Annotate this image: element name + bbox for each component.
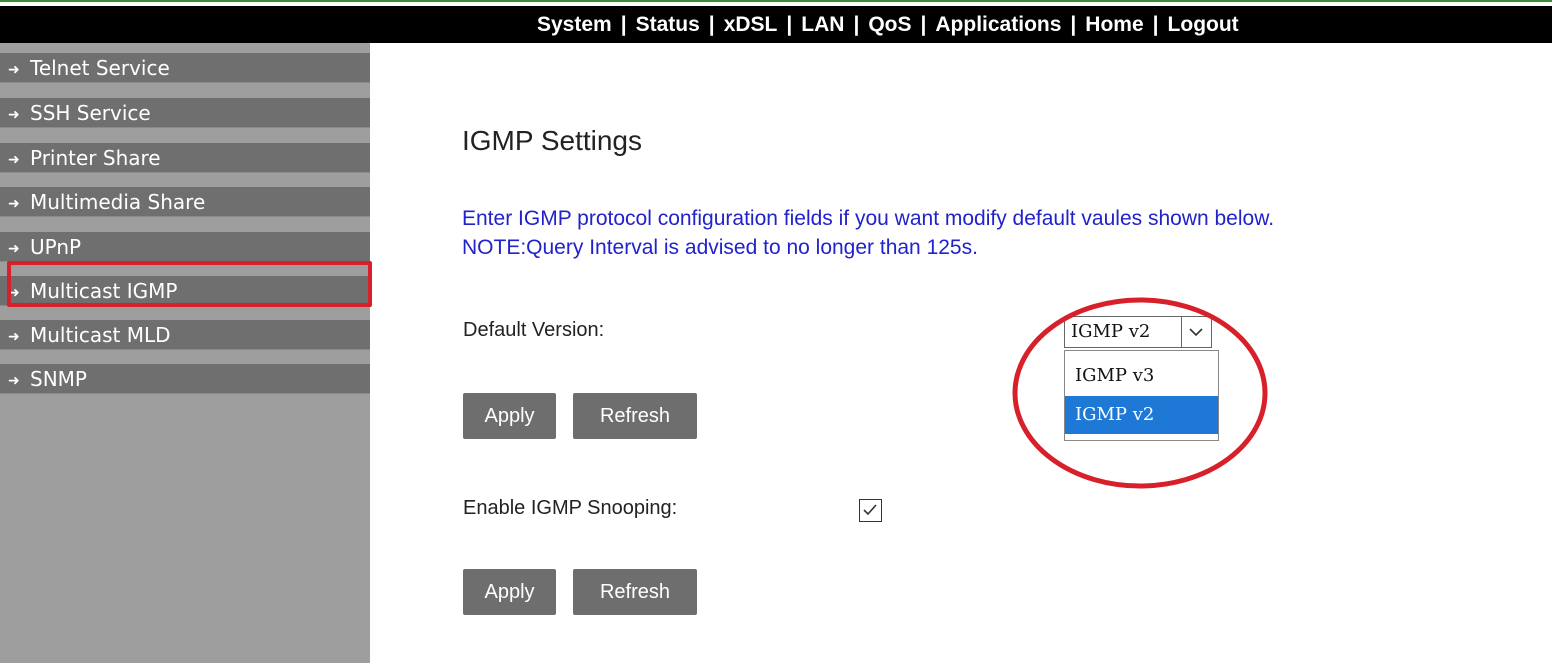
enable-snooping-label: Enable IGMP Snooping: [463, 497, 678, 519]
sidebar-item-upnp[interactable]: ➜ UPnP [0, 232, 370, 262]
nav-logout[interactable]: Logout [1168, 13, 1239, 36]
nav-system[interactable]: System [537, 13, 612, 36]
note-line-1: Enter IGMP protocol configuration fields… [462, 207, 1275, 230]
refresh-snooping-button[interactable]: Refresh [573, 569, 697, 615]
apply-version-button[interactable]: Apply [463, 393, 556, 439]
sidebar-item-label: Multimedia Share [30, 190, 206, 214]
highlight-box [7, 261, 372, 307]
nav-separator: | [853, 13, 860, 36]
page-title: IGMP Settings [462, 125, 643, 156]
nav-separator: | [920, 13, 927, 36]
sidebar-item-label: Printer Share [30, 146, 161, 170]
apply-snooping-button[interactable]: Apply [463, 569, 556, 615]
chevron-down-icon[interactable] [1181, 317, 1211, 347]
snooping-checkbox[interactable] [859, 499, 882, 522]
sidebar-item-label: Telnet Service [30, 56, 170, 80]
default-version-select[interactable]: IGMP v2 [1064, 316, 1212, 348]
nav-xdsl[interactable]: xDSL [724, 13, 778, 36]
nav-separator: | [620, 13, 627, 36]
sidebar-item-label: SSH Service [30, 101, 151, 125]
option-igmp-v2[interactable]: IGMP v2 [1065, 396, 1218, 434]
sidebar-item-label: SNMP [30, 367, 87, 391]
sidebar-item-ssh-service[interactable]: ➜ SSH Service [0, 98, 370, 128]
top-nav-bar: System | Status | xDSL | LAN | QoS | Applications |… [0, 6, 1552, 43]
nav-lan[interactable]: LAN [801, 13, 844, 36]
version-dropdown-list: IGMP v3 IGMP v2 [1064, 350, 1219, 441]
nav-separator: | [1152, 13, 1159, 36]
default-version-label: Default Version: [463, 319, 605, 341]
sidebar-item-snmp[interactable]: ➜ SNMP [0, 364, 370, 394]
sidebar-item-label: UPnP [30, 235, 82, 259]
arrow-right-icon: ➜ [8, 62, 20, 78]
arrow-right-icon: ➜ [8, 196, 20, 212]
nav-home[interactable]: Home [1085, 13, 1143, 36]
sidebar-item-label: Multicast MLD [30, 323, 171, 347]
arrow-right-icon: ➜ [8, 373, 20, 389]
sidebar-item-telnet-service[interactable]: ➜ Telnet Service [0, 53, 370, 83]
refresh-version-button[interactable]: Refresh [573, 393, 697, 439]
option-igmp-v3[interactable]: IGMP v3 [1065, 357, 1218, 395]
sidebar-item-multicast-mld[interactable]: ➜ Multicast MLD [0, 320, 370, 350]
arrow-right-icon: ➜ [8, 241, 20, 257]
nav-separator: | [708, 13, 715, 36]
sidebar-item-multimedia-share[interactable]: ➜ Multimedia Share [0, 187, 370, 217]
check-icon [863, 504, 877, 516]
arrow-right-icon: ➜ [8, 329, 20, 345]
sidebar: ➜ Telnet Service ➜ SSH Service ➜ Printer Sh… [0, 43, 372, 663]
sidebar-item-printer-share[interactable]: ➜ Printer Share [0, 143, 370, 173]
nav-separator: | [1070, 13, 1077, 36]
arrow-right-icon: ➜ [8, 152, 20, 168]
select-value: IGMP v2 [1071, 321, 1151, 342]
nav-qos[interactable]: QoS [868, 13, 911, 36]
note-line-2: NOTE:Query Interval is advised to no lon… [462, 236, 978, 259]
nav-applications[interactable]: Applications [935, 13, 1061, 36]
nav-status[interactable]: Status [636, 13, 700, 36]
nav-separator: | [786, 13, 793, 36]
arrow-right-icon: ➜ [8, 107, 20, 123]
